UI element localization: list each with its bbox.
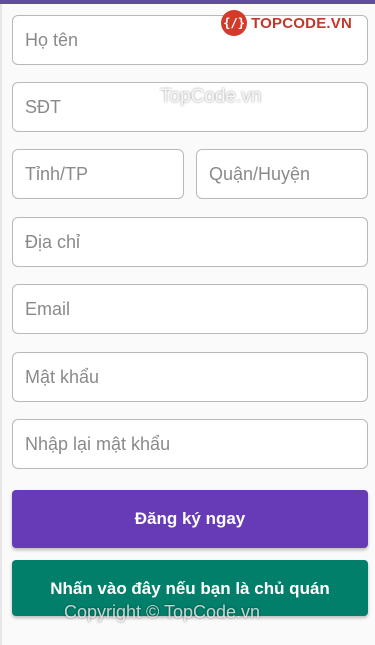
owner-signup-button-label: Nhấn vào đây nếu bạn là chủ quán	[50, 579, 330, 598]
password-placeholder: Mật khẩu	[25, 366, 100, 387]
confirm-password-field[interactable]: Nhập lại mật khẩu	[12, 419, 368, 469]
province-placeholder: Tỉnh/TP	[25, 163, 89, 184]
province-field[interactable]: Tỉnh/TP	[12, 149, 184, 199]
address-field[interactable]: Địa chỉ	[12, 217, 368, 267]
full-name-placeholder: Họ tên	[25, 29, 79, 50]
phone-placeholder: SĐT	[25, 96, 61, 117]
email-field[interactable]: Email	[12, 284, 368, 334]
left-edge-divider	[0, 4, 2, 645]
district-field[interactable]: Quận/Huyện	[196, 149, 368, 199]
register-button[interactable]: Đăng ký ngay	[12, 490, 368, 548]
district-placeholder: Quận/Huyện	[209, 163, 311, 184]
address-placeholder: Địa chỉ	[25, 231, 81, 252]
code-brackets-icon: {/}	[221, 10, 248, 36]
owner-signup-button[interactable]: Nhấn vào đây nếu bạn là chủ quán	[12, 560, 368, 616]
top-accent-strip	[0, 0, 375, 4]
phone-field[interactable]: SĐT	[12, 82, 368, 132]
email-placeholder: Email	[25, 298, 71, 319]
watermark-logo-text: TOPCODE.VN	[251, 14, 352, 32]
topcode-watermark-logo: {/} TOPCODE.VN	[221, 10, 352, 36]
password-field[interactable]: Mật khẩu	[12, 352, 368, 402]
register-button-label: Đăng ký ngay	[134, 509, 246, 528]
confirm-password-placeholder: Nhập lại mật khẩu	[25, 433, 171, 454]
